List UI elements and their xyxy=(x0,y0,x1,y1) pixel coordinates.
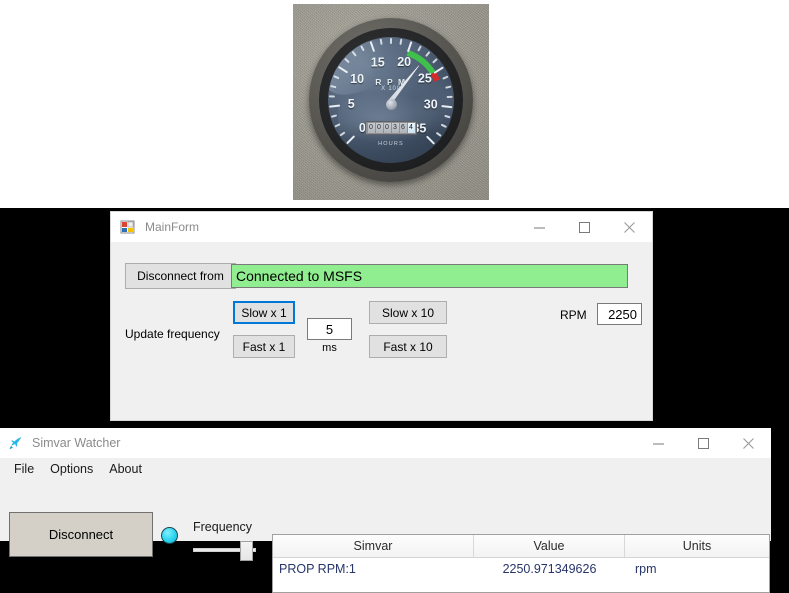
fast-x10-button[interactable]: Fast x 10 xyxy=(369,335,447,358)
maximize-icon xyxy=(579,222,590,233)
grid-column-header-simvar[interactable]: Simvar xyxy=(273,535,474,557)
hour-meter-digit: 4 xyxy=(408,123,415,133)
disconnect-from-button[interactable]: Disconnect from xyxy=(125,263,236,289)
cell-simvar: PROP RPM:1 xyxy=(273,558,474,580)
hour-meter-label: HOURS xyxy=(328,141,454,147)
grid-column-header-units[interactable]: Units xyxy=(625,535,769,557)
maximize-button[interactable] xyxy=(681,428,726,458)
gauge-number-5: 5 xyxy=(343,91,360,118)
minimize-icon xyxy=(653,438,664,449)
hour-meter-digit: 0 xyxy=(376,123,383,133)
gauge-bezel-outer: 05101520253035 R P M X 100 000364 HOURS xyxy=(309,18,473,182)
cell-value: 2250.971349626 xyxy=(474,558,625,580)
photo-backdrop: 05101520253035 R P M X 100 000364 HOURS xyxy=(0,0,789,208)
cell-units: rpm xyxy=(625,558,769,580)
slow-x10-button[interactable]: Slow x 10 xyxy=(369,301,447,324)
menu-item-file[interactable]: File xyxy=(6,460,42,478)
slow-x1-button[interactable]: Slow x 1 xyxy=(233,301,295,324)
winforms-icon xyxy=(120,219,136,235)
frequency-slider[interactable] xyxy=(193,541,256,559)
simvar-titlebar[interactable]: Simvar Watcher xyxy=(0,428,771,458)
rpm-value-field[interactable]: 2250 xyxy=(597,303,642,325)
hour-meter: 000364 xyxy=(365,121,417,135)
frequency-slider-thumb[interactable] xyxy=(240,541,253,561)
gauge-bezel-inner: 05101520253035 R P M X 100 000364 HOURS xyxy=(319,28,463,172)
gauge-number-30: 30 xyxy=(422,91,439,118)
menubar: FileOptionsAbout xyxy=(0,458,771,480)
hour-meter-digit: 6 xyxy=(400,123,407,133)
gauge-dial-face: 05101520253035 R P M X 100 000364 HOURS xyxy=(328,37,454,163)
fast-x1-button[interactable]: Fast x 1 xyxy=(233,335,295,358)
grid-column-header-value[interactable]: Value xyxy=(474,535,625,557)
interval-input[interactable]: 5 xyxy=(307,318,352,340)
disconnect-button[interactable]: Disconnect xyxy=(9,512,153,557)
maximize-button[interactable] xyxy=(562,212,607,242)
simvar-data-grid[interactable]: SimvarValueUnits PROP RPM:12250.97134962… xyxy=(272,534,770,593)
mainform-body: Disconnect from Connected to MSFS Update… xyxy=(111,242,652,420)
minimize-button[interactable] xyxy=(517,212,562,242)
gauge-needle-hub xyxy=(386,99,397,110)
grid-body: PROP RPM:12250.971349626rpm xyxy=(273,558,769,580)
connection-status-banner: Connected to MSFS xyxy=(231,264,628,288)
minimize-icon xyxy=(534,222,545,233)
update-frequency-label: Update frequency xyxy=(125,327,220,341)
plug-icon xyxy=(7,434,25,452)
close-button[interactable] xyxy=(726,428,771,458)
table-row[interactable]: PROP RPM:12250.971349626rpm xyxy=(273,558,769,580)
simvar-body: Disconnect Frequency SimvarValueUnits PR… xyxy=(0,480,771,541)
interval-unit-label: ms xyxy=(307,342,352,354)
frequency-label: Frequency xyxy=(193,520,252,534)
simvar-title-text: Simvar Watcher xyxy=(32,436,120,450)
maximize-icon xyxy=(698,438,709,449)
aircraft-tachometer-photo: 05101520253035 R P M X 100 000364 HOURS xyxy=(293,4,489,200)
hour-meter-digit: 3 xyxy=(392,123,399,133)
mainform-titlebar[interactable]: MainForm xyxy=(111,212,652,242)
simvar-window-controls xyxy=(636,428,771,458)
menu-item-about[interactable]: About xyxy=(101,460,150,478)
gauge-multiplier-label: X 100 xyxy=(328,86,454,92)
close-button[interactable] xyxy=(607,212,652,242)
close-icon xyxy=(743,438,754,449)
rpm-label: RPM xyxy=(560,308,587,322)
simvar-watcher-window: Simvar Watcher FileOptionsAbout Di xyxy=(0,428,771,541)
mainform-window-controls xyxy=(517,212,652,242)
mainform-window: MainForm Disconnect from Connect xyxy=(111,212,652,420)
minimize-button[interactable] xyxy=(636,428,681,458)
hour-meter-digit: 0 xyxy=(384,123,391,133)
connection-led xyxy=(161,527,178,544)
menu-item-options[interactable]: Options xyxy=(42,460,101,478)
mainform-title-text: MainForm xyxy=(145,220,199,234)
grid-header-row: SimvarValueUnits xyxy=(273,535,769,558)
close-icon xyxy=(624,222,635,233)
hour-meter-digit: 0 xyxy=(368,123,375,133)
